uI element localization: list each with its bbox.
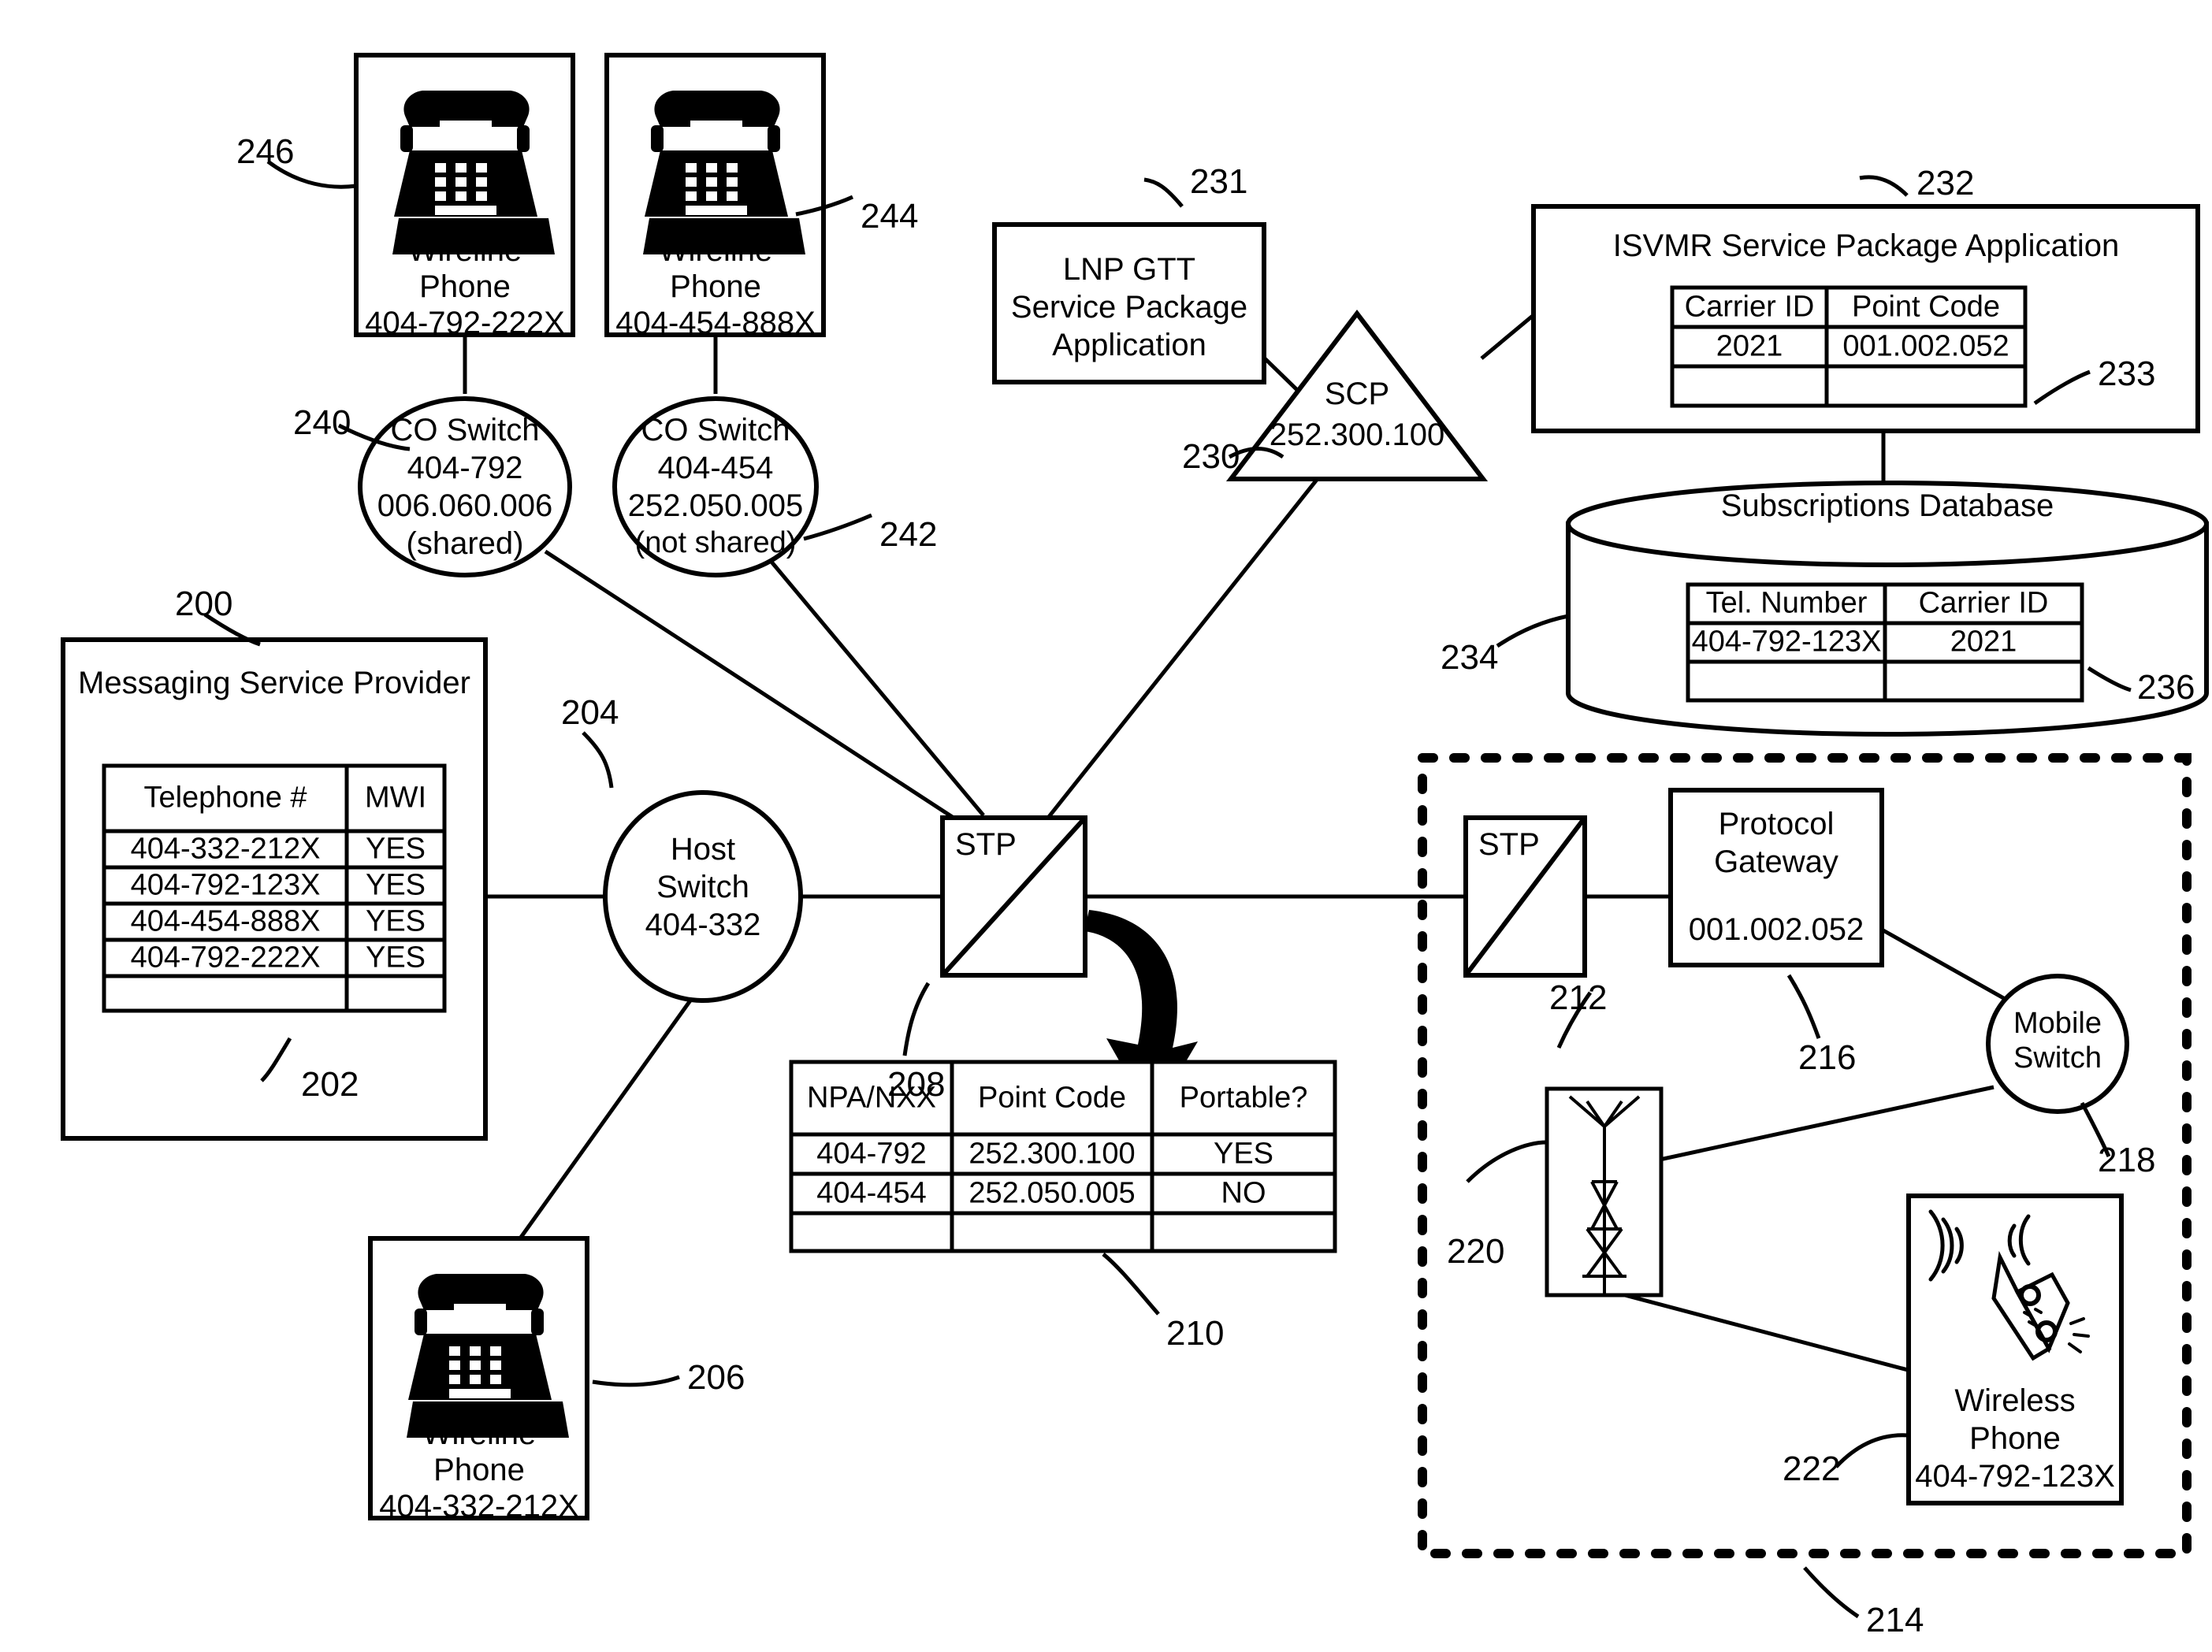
mwi-table-header-0: Telephone # xyxy=(143,781,307,815)
messaging-provider-title: Messaging Service Provider xyxy=(78,666,470,700)
patent-figure-canvas: Wireline Phone 404-792-222X 246 Wireline… xyxy=(0,0,2212,1652)
ref-246: 246 xyxy=(236,132,295,171)
host-switch-line1: Host xyxy=(670,832,736,867)
wireline-phone-206-label-line2: Phone xyxy=(433,1453,525,1487)
stp-212-label: STP xyxy=(1478,827,1540,862)
ref-214: 214 xyxy=(1866,1601,1924,1639)
mwi-table-cell-1-1: YES xyxy=(365,868,426,902)
co-switch-242-line4: (not shared) xyxy=(634,526,797,559)
npa-table-cell-1-1: 252.050.005 xyxy=(968,1176,1136,1210)
ref-244: 244 xyxy=(861,197,919,236)
lnp-gtt-line2: Service Package xyxy=(1010,290,1248,325)
ref-234: 234 xyxy=(1441,638,1499,677)
wireless-phone-222-label-line2: Phone xyxy=(1969,1421,2061,1456)
wireline-phone-244-label-line2: Phone xyxy=(670,269,761,304)
npa-table-cell-1-0: 404-454 xyxy=(816,1176,927,1210)
mwi-table-cell-1-0: 404-792-123X xyxy=(130,868,321,902)
carrier-table-cell-0-1: 001.002.052 xyxy=(1842,329,2009,363)
scp-line1: SCP xyxy=(1324,377,1390,411)
npa-table-header-0: NPA/NXX xyxy=(806,1081,937,1115)
subscriptions-table-cell-0-0: 404-792-123X xyxy=(1691,625,1882,659)
wireline-phone-246-label-line1: Wireline xyxy=(407,233,522,268)
ref-216: 216 xyxy=(1798,1038,1857,1077)
subscriptions-table-header-1: Carrier ID xyxy=(1918,586,2049,620)
wireline-phone-244-number: 404-454-888X xyxy=(615,306,816,340)
ref-230: 230 xyxy=(1182,437,1240,476)
carrier-table-header-1: Point Code xyxy=(1851,290,2001,324)
co-switch-242-line2: 404-454 xyxy=(657,451,774,485)
wireline-phone-246-number: 404-792-222X xyxy=(365,306,565,340)
co-switch-240-line2: 404-792 xyxy=(407,451,523,485)
npa-table-cell-0-1: 252.300.100 xyxy=(968,1137,1136,1171)
wireline-phone-206-number: 404-332-212X xyxy=(379,1489,579,1524)
protocol-gateway-line2: Gateway xyxy=(1714,845,1838,879)
ref-206: 206 xyxy=(687,1358,745,1397)
isvmr-title: ISVMR Service Package Application xyxy=(1612,228,2120,263)
scp-line2: 252.300.100 xyxy=(1269,418,1445,452)
mwi-table-header-1: MWI xyxy=(364,781,427,815)
ref-200: 200 xyxy=(175,585,233,623)
npa-table-cell-0-0: 404-792 xyxy=(816,1137,927,1171)
ref-212: 212 xyxy=(1549,978,1608,1017)
co-switch-242-line1: CO Switch xyxy=(641,413,790,447)
ref-242: 242 xyxy=(879,515,938,554)
ref-218: 218 xyxy=(2098,1141,2156,1179)
mwi-table-cell-0-1: YES xyxy=(365,832,426,866)
protocol-gateway-line1: Protocol xyxy=(1718,807,1835,841)
wireline-phone-244-label-line1: Wireline xyxy=(658,233,773,268)
co-switch-240-line3: 006.060.006 xyxy=(377,488,553,523)
host-switch-line2: Switch xyxy=(656,870,749,904)
subscriptions-table-header-0: Tel. Number xyxy=(1705,586,1868,620)
host-switch-line3: 404-332 xyxy=(645,908,761,942)
co-switch-242-line3: 252.050.005 xyxy=(627,488,804,523)
stp-208-label: STP xyxy=(955,827,1017,862)
mwi-table-cell-2-1: YES xyxy=(365,904,426,938)
mwi-table-cell-2-0: 404-454-888X xyxy=(130,904,321,938)
wireline-phone-246-label-line2: Phone xyxy=(419,269,511,304)
ref-222: 222 xyxy=(1783,1450,1841,1488)
wireless-phone-222-label-line1: Wireless xyxy=(1954,1383,2076,1418)
carrier-table-cell-0-0: 2021 xyxy=(1716,329,1783,363)
mwi-table-cell-3-1: YES xyxy=(365,941,426,974)
ref-240: 240 xyxy=(293,403,351,442)
mobile-switch-line2: Switch xyxy=(2013,1041,2102,1075)
npa-table-cell-0-2: YES xyxy=(1213,1137,1274,1171)
mobile-switch-line1: Mobile xyxy=(2013,1007,2102,1040)
npa-table-header-1: Point Code xyxy=(977,1081,1127,1115)
npa-table-cell-1-2: NO xyxy=(1221,1176,1266,1210)
ref-204: 204 xyxy=(561,693,619,732)
ref-236: 236 xyxy=(2137,668,2195,707)
carrier-table-header-0: Carrier ID xyxy=(1684,290,1815,324)
mwi-table-cell-0-0: 404-332-212X xyxy=(130,832,321,866)
lnp-gtt-line3: Application xyxy=(1052,328,1206,362)
mwi-table-cell-3-0: 404-792-222X xyxy=(130,941,321,974)
subscriptions-table-cell-0-1: 2021 xyxy=(1950,625,2017,659)
subscriptions-db-title: Subscriptions Database xyxy=(1720,488,2054,523)
protocol-gateway-line3: 001.002.052 xyxy=(1688,912,1864,947)
wireline-phone-206-label-line1: Wireline xyxy=(422,1416,537,1451)
ref-231: 231 xyxy=(1190,162,1248,201)
lnp-gtt-line1: LNP GTT xyxy=(1062,252,1196,287)
wireless-phone-222-number: 404-792-123X xyxy=(1915,1459,2115,1494)
npa-table-header-2: Portable? xyxy=(1179,1081,1308,1115)
ref-220: 220 xyxy=(1447,1232,1505,1271)
ref-233: 233 xyxy=(2098,355,2156,393)
ref-210: 210 xyxy=(1166,1314,1225,1353)
ref-232: 232 xyxy=(1916,164,1975,202)
co-switch-240-line1: CO Switch xyxy=(390,413,540,447)
ref-202: 202 xyxy=(301,1065,359,1104)
co-switch-240-line4: (shared) xyxy=(406,526,524,561)
